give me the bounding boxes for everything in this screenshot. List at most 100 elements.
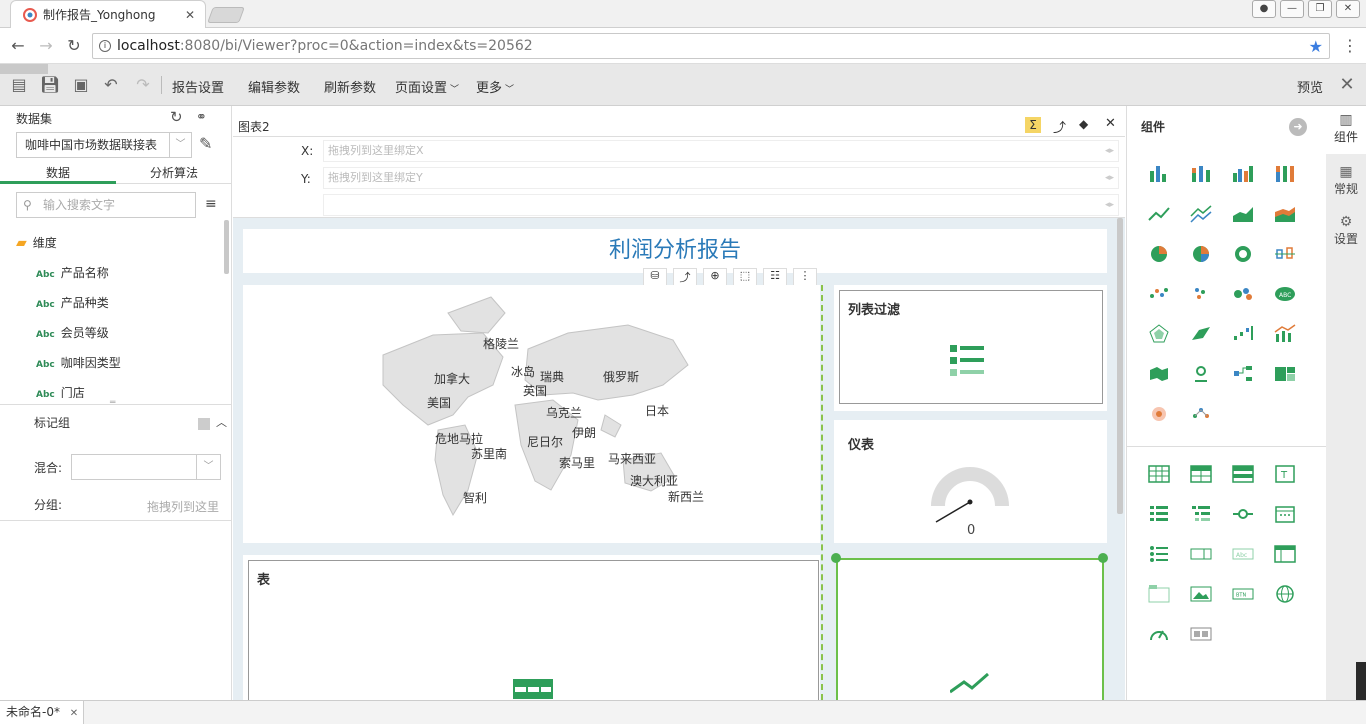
button-icon[interactable]: BTN: [1231, 582, 1255, 606]
dataset-select[interactable]: 咖啡中国市场数据联接表 ﹀: [16, 132, 192, 158]
slider-icon[interactable]: [1231, 502, 1255, 526]
sankey-icon[interactable]: [1189, 402, 1213, 426]
list-filter-icon[interactable]: [1147, 502, 1171, 526]
field-item[interactable]: Abc 产品名称: [36, 264, 109, 281]
more-menu[interactable]: 更多 ﹀: [476, 77, 514, 96]
tree-filter-icon[interactable]: [1189, 502, 1213, 526]
new-tab-button[interactable]: [207, 7, 245, 23]
pie-multi-icon[interactable]: [1189, 242, 1213, 266]
sum-icon[interactable]: Σ: [1025, 117, 1041, 133]
field-item[interactable]: Abc 会员等级: [36, 324, 109, 341]
forward-icon[interactable]: →: [36, 36, 56, 55]
map-pin-icon[interactable]: [1189, 362, 1213, 386]
stacked-area-icon[interactable]: [1273, 202, 1297, 226]
tab-analysis[interactable]: 分析算法: [116, 164, 232, 184]
multi-line-icon[interactable]: [1189, 202, 1213, 226]
tab-icon[interactable]: [1147, 582, 1171, 606]
radio-list-icon[interactable]: [1147, 542, 1171, 566]
refresh-params-button[interactable]: 刷新参数: [324, 77, 376, 96]
pie-chart-icon[interactable]: [1147, 242, 1171, 266]
forward-icon[interactable]: ➜: [1289, 118, 1307, 136]
undo-icon[interactable]: ↶: [102, 76, 120, 94]
text-input-icon[interactable]: Abc: [1231, 542, 1255, 566]
document-tab[interactable]: 未命名-0* ✕: [0, 701, 84, 724]
area-chart-icon[interactable]: [1231, 202, 1255, 226]
close-icon[interactable]: ✕: [1105, 116, 1116, 131]
spreadsheet-icon[interactable]: [1273, 542, 1297, 566]
collapse-toggle[interactable]: [0, 64, 48, 74]
canvas-scrollbar[interactable]: [1117, 218, 1123, 514]
waterfall-icon[interactable]: [1231, 322, 1255, 346]
x-binding-zone[interactable]: 拖拽列到这里绑定X ◂▸: [323, 140, 1119, 162]
collapse-icon[interactable]: ︿: [216, 414, 227, 430]
gauge-widget[interactable]: 仪表 0: [834, 420, 1107, 543]
page-settings-menu[interactable]: 页面设置 ﹀: [395, 77, 459, 96]
dot-plot-icon[interactable]: [1189, 282, 1213, 306]
resize-handle[interactable]: [831, 553, 841, 563]
stacked-bar-icon[interactable]: [1189, 162, 1213, 186]
dimension-folder[interactable]: ▰ 维度: [16, 234, 57, 251]
field-item[interactable]: Abc 门店: [36, 384, 85, 398]
combo-chart-icon[interactable]: [1273, 322, 1297, 346]
tree-icon[interactable]: [1231, 362, 1255, 386]
search-input[interactable]: ⚲ 输入搜索文字: [16, 192, 196, 218]
swap-axes-icon[interactable]: ⤴: [1053, 117, 1066, 136]
refresh-icon[interactable]: ↻: [170, 108, 183, 126]
field-item[interactable]: Abc 咖啡因类型: [36, 354, 121, 371]
combo-box-icon[interactable]: [1189, 542, 1213, 566]
list-filter-widget[interactable]: 列表过滤: [834, 285, 1107, 411]
redo-icon[interactable]: ↷: [134, 76, 152, 94]
minimize-icon[interactable]: —: [1280, 0, 1304, 18]
sidebar-item-settings[interactable]: ⚙ 设置: [1326, 214, 1366, 247]
close-icon[interactable]: ✕: [70, 708, 78, 719]
restore-icon[interactable]: ❐: [1308, 0, 1332, 18]
sidebar-item-general[interactable]: ▦ 常规: [1326, 164, 1366, 197]
new-report-icon[interactable]: ▤: [10, 76, 28, 94]
crosstab-icon[interactable]: [1189, 462, 1213, 486]
mark-group-icon[interactable]: [198, 418, 210, 430]
browser-tab[interactable]: 制作报告_Yonghong ✕: [10, 0, 206, 28]
boxplot-icon[interactable]: [1273, 242, 1297, 266]
heatmap-icon[interactable]: [1147, 402, 1171, 426]
extra-binding-zone[interactable]: ◂▸: [323, 194, 1119, 216]
gauge-icon[interactable]: [1147, 622, 1171, 646]
word-cloud-icon[interactable]: ABC: [1273, 282, 1297, 306]
bar-chart-icon[interactable]: [1147, 162, 1171, 186]
close-tab-icon[interactable]: ✕: [185, 8, 195, 22]
reload-icon[interactable]: ↻: [64, 36, 84, 55]
table-widget[interactable]: 表: [243, 555, 820, 700]
close-window-icon[interactable]: ✕: [1336, 0, 1360, 18]
percent-bar-icon[interactable]: [1273, 162, 1297, 186]
bubble-icon[interactable]: [1231, 282, 1255, 306]
edit-dataset-icon[interactable]: ✎: [199, 134, 212, 153]
eraser-icon[interactable]: ◆: [1079, 117, 1088, 131]
dataset-link-icon[interactable]: ⚭: [196, 110, 207, 125]
preview-button[interactable]: 预览: [1297, 77, 1323, 96]
url-input[interactable]: i localhost:8080/bi/Viewer?proc=0&action…: [92, 33, 1330, 59]
back-icon[interactable]: ←: [8, 36, 28, 55]
list-menu-icon[interactable]: ≡: [205, 196, 217, 212]
resize-handle[interactable]: [1098, 553, 1108, 563]
calendar-icon[interactable]: [1273, 502, 1297, 526]
parallel-icon[interactable]: [1189, 322, 1213, 346]
edit-params-button[interactable]: 编辑参数: [248, 77, 300, 96]
user-icon[interactable]: ●: [1252, 0, 1276, 18]
table-icon[interactable]: [1147, 462, 1171, 486]
tab-data[interactable]: 数据: [0, 164, 116, 184]
line-chart-widget-selected[interactable]: [836, 558, 1104, 700]
map-icon[interactable]: [1147, 362, 1171, 386]
close-icon[interactable]: ✕: [1338, 76, 1356, 94]
bookmark-star-icon[interactable]: ★: [1309, 37, 1323, 56]
radar-icon[interactable]: [1147, 322, 1171, 346]
line-chart-icon[interactable]: [1147, 202, 1171, 226]
treemap-icon[interactable]: [1273, 362, 1297, 386]
donut-icon[interactable]: [1231, 242, 1255, 266]
field-list-scrollbar[interactable]: [224, 220, 229, 274]
report-settings-button[interactable]: 报告设置: [172, 77, 224, 96]
image-icon[interactable]: [1189, 582, 1213, 606]
resize-grip-icon[interactable]: ═: [110, 398, 115, 408]
mix-select[interactable]: ﹀: [71, 454, 221, 480]
container-icon[interactable]: [1189, 622, 1213, 646]
y-binding-zone[interactable]: 拖拽列到这里绑定Y ◂▸: [323, 167, 1119, 189]
web-icon[interactable]: [1273, 582, 1297, 606]
